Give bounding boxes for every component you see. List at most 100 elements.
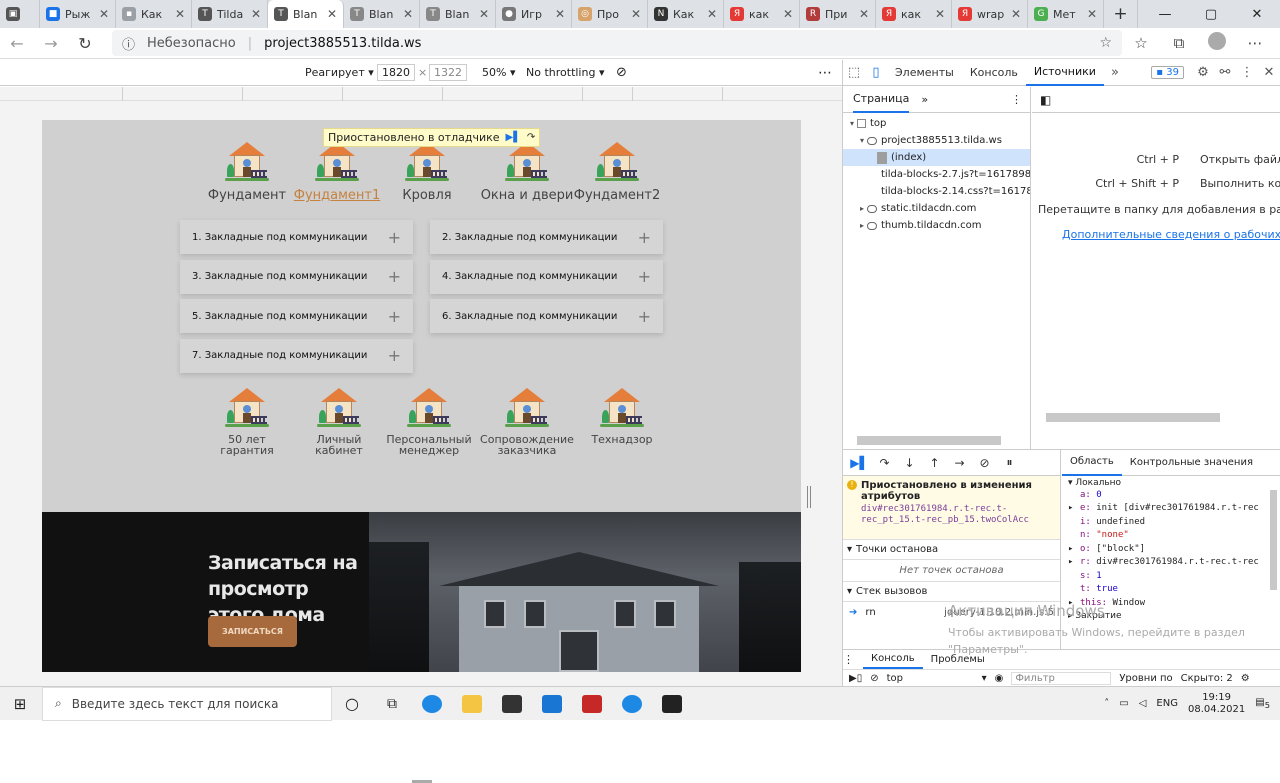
toggle-sidebar-icon[interactable]: ◧ <box>1040 93 1051 107</box>
browser-tab[interactable]: Якак ✕ <box>876 0 952 28</box>
back-button[interactable]: ← <box>0 34 34 53</box>
close-tab-icon[interactable]: ✕ <box>555 7 565 21</box>
collections-icon[interactable]: ⧉ <box>1160 34 1198 52</box>
browser-tab[interactable]: T Tilda ✕ <box>192 0 268 28</box>
notifications-icon[interactable]: ▤5 <box>1255 697 1270 710</box>
browser-tab[interactable]: T Blan ✕ <box>344 0 420 28</box>
more-info-link[interactable]: Дополнительные сведения о рабочих об <box>1062 228 1280 241</box>
close-tab-icon[interactable]: ✕ <box>859 7 869 21</box>
volume-icon[interactable]: ◁ <box>1139 698 1147 709</box>
pause-exceptions-icon[interactable]: ⏸ <box>999 455 1020 470</box>
close-tab-icon[interactable]: ✕ <box>99 7 109 21</box>
accordion-item[interactable]: 4. Закладные под коммуникации + <box>430 259 663 294</box>
zoom-dropdown[interactable]: 50% ▾ <box>482 66 515 79</box>
store-icon[interactable] <box>492 687 532 721</box>
tree-thumb[interactable]: ▸ thumb.tildacdn.com <box>843 217 1030 234</box>
step-over-icon[interactable]: ↷ <box>527 132 535 143</box>
drawer-menu-icon[interactable]: ⋮ <box>843 653 863 666</box>
step-over-icon[interactable]: ↷ <box>874 456 895 470</box>
sidebar-icon[interactable]: ▶▯ <box>849 673 862 684</box>
scope-variable[interactable]: a: 0 <box>1062 490 1280 504</box>
tree-project[interactable]: ▾ project3885513.tilda.ws <box>843 132 1030 149</box>
tab-page[interactable]: Страница <box>853 87 910 113</box>
scope-variable[interactable]: ▸ o: ["block"] <box>1062 544 1280 558</box>
levels-dropdown[interactable]: Уровни по <box>1119 673 1172 684</box>
browser-tab[interactable]: T Blan ✕ <box>268 0 344 28</box>
minimize-button[interactable]: — <box>1142 0 1188 28</box>
step-into-icon[interactable]: ↓ <box>899 456 920 470</box>
start-button[interactable]: ⊞ <box>0 687 40 721</box>
browser-tab[interactable]: Якак ✕ <box>724 0 800 28</box>
house-icon[interactable] <box>315 142 359 184</box>
task-view-icon[interactable]: ⧉ <box>372 687 412 721</box>
accordion-item[interactable]: 2. Закладные под коммуникации + <box>430 220 663 254</box>
device-toggle-icon[interactable]: ▯ <box>865 65 887 80</box>
throttling-dropdown[interactable]: No throttling ▾ <box>526 66 604 79</box>
tab-sources[interactable]: Источники <box>1025 60 1104 86</box>
tree-css-file[interactable]: tilda-blocks-2.14.css?t=161789 <box>843 183 1030 200</box>
accordion-item[interactable]: 5. Закладные под коммуникации + <box>180 299 413 333</box>
forward-button[interactable]: → <box>34 34 68 53</box>
breakpoints-section[interactable]: ▾ Точки останова <box>843 540 1060 560</box>
edge-icon[interactable] <box>412 687 452 721</box>
close-tab-icon[interactable]: ✕ <box>707 7 717 21</box>
maximize-button[interactable]: ▢ <box>1188 0 1234 28</box>
filezilla-icon[interactable] <box>572 687 612 721</box>
navigator-scrollbar[interactable] <box>857 436 1001 445</box>
add-favorite-icon[interactable]: ☆ <box>1099 35 1112 51</box>
console-settings-icon[interactable]: ⚙ <box>1241 673 1250 684</box>
close-tab-icon[interactable]: ✕ <box>783 7 793 21</box>
filter-input[interactable]: Фильтр <box>1011 672 1112 685</box>
clock[interactable]: 19:19 08.04.2021 <box>1188 692 1245 716</box>
explorer-icon[interactable] <box>452 687 492 721</box>
app-icon[interactable] <box>612 687 652 721</box>
tab-drawer-console[interactable]: Консоль <box>863 650 923 669</box>
browser-tab[interactable]: R При ✕ <box>800 0 876 28</box>
scope-scrollbar[interactable] <box>1270 490 1277 590</box>
tab-watch[interactable]: Контрольные значения <box>1122 450 1261 476</box>
house-icon[interactable] <box>225 142 269 184</box>
clear-console-icon[interactable]: ⊘ <box>870 673 878 684</box>
close-tab-icon[interactable]: ✕ <box>403 7 413 21</box>
tab-elements[interactable]: Элементы <box>887 60 962 86</box>
tab-actions-button[interactable]: ▣ <box>0 0 40 28</box>
inspect-icon[interactable]: ⬚ <box>843 65 865 80</box>
scope-variable[interactable]: t: true <box>1062 584 1280 598</box>
scope-variable[interactable]: ▸ r: div#rec301761984.r.t-rec.t-rec <box>1062 557 1280 571</box>
navigator-menu-icon[interactable]: ⋮ <box>1011 93 1022 106</box>
url-field[interactable]: ⓘ Небезопасно | project3885513.tilda.ws … <box>112 30 1122 56</box>
deactivate-breakpoints-icon[interactable]: ⊘ <box>974 456 995 470</box>
more-tabs-icon[interactable]: » <box>1104 65 1126 80</box>
editor-scrollbar[interactable] <box>1046 413 1220 422</box>
browser-tab[interactable]: ◎ Про ✕ <box>572 0 648 28</box>
browser-tab[interactable]: Яwrap ✕ <box>952 0 1028 28</box>
tree-index-file[interactable]: (index) <box>843 149 1030 166</box>
scope-variable[interactable]: ▸ e: init [div#rec301761984.r.t-rec <box>1062 503 1280 517</box>
profile-avatar[interactable] <box>1198 32 1236 54</box>
reload-button[interactable]: ↻ <box>68 34 102 53</box>
devtools-menu-icon[interactable]: ⋮ <box>1236 65 1258 80</box>
accordion-item[interactable]: 1. Закладные под коммуникации + <box>180 220 413 254</box>
favorites-icon[interactable]: ☆ <box>1122 34 1160 52</box>
context-select[interactable]: top ▾ <box>887 673 987 684</box>
close-tab-icon[interactable]: ✕ <box>631 7 641 21</box>
close-tab-icon[interactable]: ✕ <box>175 7 185 21</box>
close-devtools-icon[interactable]: ✕ <box>1258 65 1280 80</box>
accordion-item[interactable]: 6. Закладные под коммуникации + <box>430 299 663 333</box>
close-tab-icon[interactable]: ✕ <box>251 7 261 21</box>
browser-tab[interactable]: ▪ Как ✕ <box>116 0 192 28</box>
scope-variable[interactable]: i: undefined <box>1062 517 1280 531</box>
settings-icon[interactable]: ⚙ <box>1192 65 1214 80</box>
browser-tab[interactable]: ● Игр ✕ <box>496 0 572 28</box>
tree-static[interactable]: ▸ static.tildacdn.com <box>843 200 1030 217</box>
tree-js-file[interactable]: tilda-blocks-2.7.js?t=16178980 <box>843 166 1030 183</box>
step-out-icon[interactable]: ↑ <box>924 456 945 470</box>
close-tab-icon[interactable]: ✕ <box>935 7 945 21</box>
callstack-section[interactable]: ▾ Стек вызовов <box>843 582 1060 602</box>
viewport-height-input[interactable]: 1322 <box>429 64 467 81</box>
category-tab[interactable]: Фундамент2 <box>562 188 672 203</box>
responsive-dropdown[interactable]: Реагирует ▾ <box>305 66 374 79</box>
eye-icon[interactable]: ◉ <box>995 673 1004 684</box>
signup-button[interactable]: ЗАПИСАТЬСЯ <box>208 616 297 647</box>
taskbar-search[interactable]: ⌕ Введите здесь текст для поиска <box>42 686 332 721</box>
